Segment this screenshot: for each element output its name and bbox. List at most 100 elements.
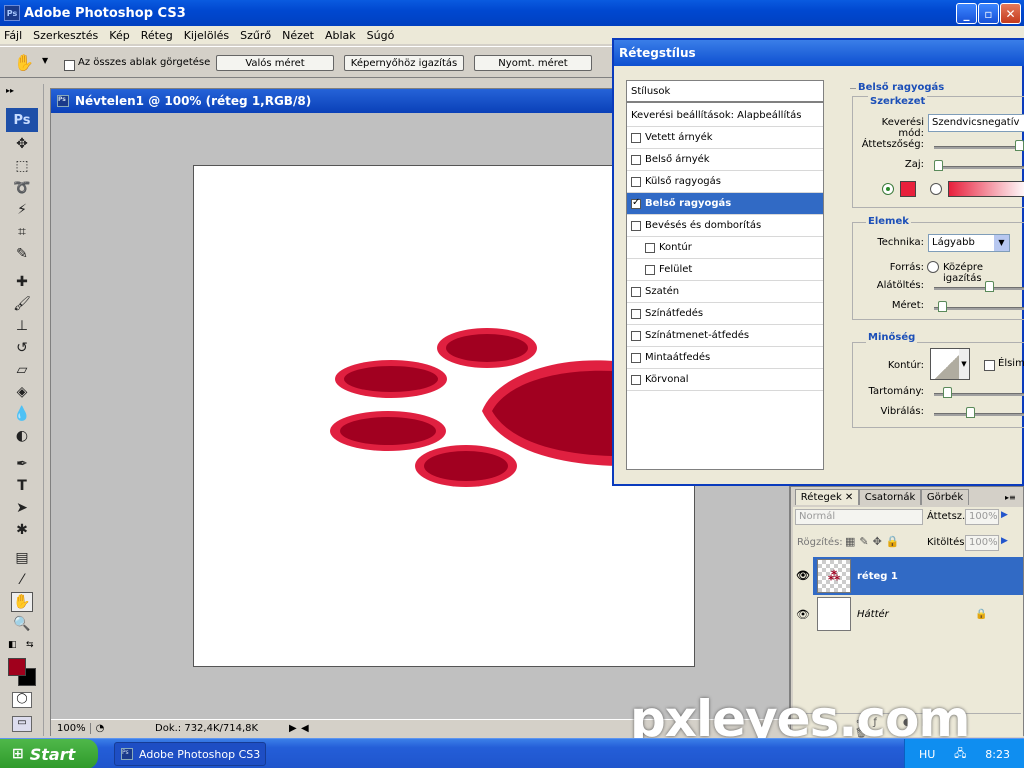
status-arrow-icon[interactable]: ▶ bbox=[289, 723, 301, 734]
style-checkbox[interactable] bbox=[645, 264, 655, 275]
contour-chevron-down-icon[interactable]: ▼ bbox=[959, 349, 969, 379]
menu-edit[interactable]: Szerkesztés bbox=[33, 29, 98, 42]
fill-arrow-icon[interactable]: ▶ bbox=[1001, 536, 1008, 546]
blending-options-item[interactable]: Keverési beállítások: Alapbeállítás bbox=[627, 105, 823, 127]
scroll-all-windows-checkbox[interactable] bbox=[64, 59, 75, 71]
choke-slider-thumb[interactable] bbox=[985, 281, 994, 292]
style-item[interactable]: Bevésés és domborítás bbox=[627, 215, 823, 237]
close-button[interactable]: ✕ bbox=[1000, 3, 1021, 24]
gradient-radio[interactable] bbox=[930, 183, 942, 195]
print-size-button[interactable]: Nyomt. méret bbox=[474, 55, 592, 71]
slice-tool-icon[interactable]: ✎ bbox=[11, 244, 33, 264]
healing-brush-tool-icon[interactable]: ✚ bbox=[11, 272, 33, 292]
foreground-color-swatch[interactable] bbox=[8, 658, 26, 676]
pen-tool-icon[interactable]: ✒ bbox=[11, 454, 33, 474]
paint-bucket-tool-icon[interactable]: ◈ bbox=[11, 382, 33, 402]
noise-slider-thumb[interactable] bbox=[934, 160, 943, 171]
style-item[interactable]: Színátmenet-átfedés bbox=[627, 325, 823, 347]
move-tool-icon[interactable]: ✥ bbox=[11, 134, 33, 154]
marquee-tool-icon[interactable]: ⬚ bbox=[11, 156, 33, 176]
brush-tool-icon[interactable]: 🖌 bbox=[11, 294, 33, 314]
layer-row-layer1[interactable]: 👁 ⁂ réteg 1 bbox=[793, 557, 1023, 595]
jitter-slider-thumb[interactable] bbox=[966, 407, 976, 418]
menu-image[interactable]: Kép bbox=[109, 29, 129, 42]
swap-colors-icon[interactable]: ⇆ bbox=[26, 640, 34, 650]
technique-select[interactable]: Lágyabb ▼ bbox=[928, 234, 1010, 252]
notes-tool-icon[interactable]: ▤ bbox=[11, 548, 33, 568]
choke-slider[interactable] bbox=[934, 287, 1024, 290]
visibility-eye-icon[interactable]: 👁 bbox=[793, 557, 813, 595]
blend-mode-select[interactable]: Szendvicsnegatív bbox=[928, 114, 1024, 132]
lasso-tool-icon[interactable]: ➰ bbox=[11, 178, 33, 198]
layer-blend-mode-select[interactable]: Normál bbox=[795, 509, 923, 525]
style-checkbox[interactable] bbox=[631, 308, 641, 319]
glow-color-swatch[interactable] bbox=[900, 181, 916, 197]
tab-channels[interactable]: Csatornák bbox=[859, 489, 921, 505]
layer-opacity-arrow-icon[interactable]: ▶ bbox=[1001, 510, 1008, 520]
style-checkbox[interactable] bbox=[645, 242, 655, 253]
fit-screen-button[interactable]: Képernyőhöz igazítás bbox=[344, 55, 464, 71]
glow-gradient-swatch[interactable] bbox=[948, 181, 1024, 197]
style-item[interactable]: Színátfedés bbox=[627, 303, 823, 325]
style-item[interactable]: Szatén bbox=[627, 281, 823, 303]
path-selection-tool-icon[interactable]: ➤ bbox=[11, 498, 33, 518]
opacity-slider[interactable] bbox=[934, 146, 1024, 149]
start-button[interactable]: ⊞ Start bbox=[0, 739, 98, 768]
opacity-slider-thumb[interactable] bbox=[1014, 140, 1024, 151]
language-indicator[interactable]: HU bbox=[919, 748, 935, 761]
fill-field[interactable]: 100% bbox=[965, 535, 999, 551]
menu-view[interactable]: Nézet bbox=[282, 29, 314, 42]
style-item[interactable]: Külső ragyogás bbox=[627, 171, 823, 193]
quick-mask-icon[interactable]: ◯ bbox=[12, 692, 32, 708]
status-menu-icon[interactable]: ◔ bbox=[91, 723, 109, 734]
ps-badge[interactable]: Ps bbox=[6, 108, 38, 132]
blur-tool-icon[interactable]: 💧 bbox=[11, 404, 33, 424]
zoom-level-field[interactable]: 100% bbox=[51, 723, 91, 734]
style-checkbox[interactable] bbox=[631, 286, 641, 297]
menu-select[interactable]: Kijelölés bbox=[184, 29, 229, 42]
style-item[interactable]: Felület bbox=[627, 259, 823, 281]
style-item[interactable]: Belső árnyék bbox=[627, 149, 823, 171]
tab-close-icon[interactable]: ✕ bbox=[845, 492, 853, 503]
style-item[interactable]: Körvonal bbox=[627, 369, 823, 391]
network-icon[interactable]: 🖧 bbox=[954, 745, 966, 764]
minimize-button[interactable]: _ bbox=[956, 3, 977, 24]
style-checkbox[interactable] bbox=[631, 374, 641, 385]
range-slider-thumb[interactable] bbox=[942, 387, 952, 398]
clock[interactable]: 8:23 bbox=[985, 748, 1010, 761]
style-checkbox[interactable] bbox=[631, 352, 641, 363]
style-item[interactable]: Mintaátfedés bbox=[627, 347, 823, 369]
hand-tool-icon[interactable]: ✋ bbox=[11, 592, 33, 612]
noise-slider[interactable] bbox=[934, 166, 1024, 169]
clone-stamp-tool-icon[interactable]: ⊥ bbox=[11, 316, 33, 336]
style-item[interactable]: Vetett árnyék bbox=[627, 127, 823, 149]
style-checkbox[interactable] bbox=[631, 132, 641, 143]
screen-mode-icon[interactable]: ▭ bbox=[12, 716, 32, 732]
contour-picker[interactable]: ▼ bbox=[930, 348, 970, 380]
visibility-eye-icon[interactable]: 👁 bbox=[793, 608, 813, 621]
style-item[interactable]: Belső ragyogás bbox=[627, 193, 823, 215]
tab-paths[interactable]: Görbék bbox=[921, 489, 969, 505]
style-checkbox[interactable] bbox=[631, 176, 641, 187]
source-center-radio[interactable] bbox=[927, 261, 939, 273]
scroll-left-icon[interactable]: ◀ bbox=[301, 723, 313, 734]
style-item[interactable]: Kontúr bbox=[627, 237, 823, 259]
preset-chevron-down-icon[interactable]: ▼ bbox=[42, 56, 48, 65]
lock-icons[interactable]: ▦✎✥🔒 bbox=[845, 535, 904, 548]
panel-menu-icon[interactable]: ▸≡ bbox=[1005, 493, 1016, 502]
type-tool-icon[interactable]: T bbox=[11, 476, 33, 496]
crop-tool-icon[interactable]: ⌗ bbox=[11, 222, 33, 242]
size-slider[interactable] bbox=[934, 307, 1024, 310]
eyedropper-tool-icon[interactable]: ⁄ bbox=[11, 570, 33, 590]
style-checkbox[interactable] bbox=[631, 154, 641, 165]
menu-file[interactable]: Fájl bbox=[4, 29, 22, 42]
layer-opacity-field[interactable]: 100% bbox=[965, 509, 999, 525]
menu-filter[interactable]: Szűrő bbox=[240, 29, 271, 42]
dodge-tool-icon[interactable]: ◐ bbox=[11, 426, 33, 446]
magic-wand-tool-icon[interactable]: ⚡ bbox=[11, 200, 33, 220]
technique-chevron-down-icon[interactable]: ▼ bbox=[994, 235, 1009, 251]
custom-shape-tool-icon[interactable]: ✱ bbox=[11, 520, 33, 540]
actual-pixels-button[interactable]: Valós méret bbox=[216, 55, 334, 71]
default-colors-icon[interactable]: ◧ bbox=[8, 640, 17, 650]
size-slider-thumb[interactable] bbox=[938, 301, 948, 312]
